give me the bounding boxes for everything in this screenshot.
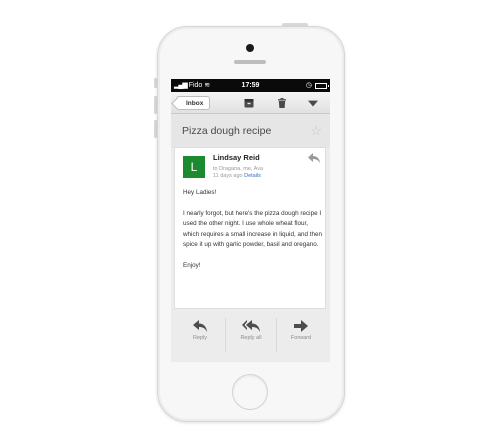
battery-icon	[315, 82, 329, 89]
alarm-icon: ◷	[305, 82, 312, 89]
archive-icon[interactable]	[244, 98, 254, 108]
sender-name: Lindsay Reid	[213, 153, 260, 162]
body-paragraph: Enjoy!	[183, 261, 201, 269]
email-view: Pizza dough recipe ☆ L Lindsay Reid to D…	[171, 114, 330, 362]
forward-button[interactable]: Forward	[276, 314, 326, 354]
reply-all-button[interactable]: Reply all	[226, 314, 276, 354]
status-right: ◷	[305, 79, 329, 92]
message-body: Hey Ladies! I nearly forgot, but here's …	[183, 188, 323, 282]
message-card: L Lindsay Reid to Dragana, me, Ava 11 da…	[174, 147, 326, 309]
dropdown-triangle-icon[interactable]	[308, 99, 318, 109]
reply-button[interactable]: Reply	[175, 314, 225, 354]
forward-arrow-icon	[294, 320, 308, 332]
home-button[interactable]	[232, 374, 268, 410]
sender-avatar: L	[183, 156, 205, 178]
details-link[interactable]: Details	[244, 173, 261, 179]
earpiece-speaker	[234, 60, 266, 64]
reply-all-label: Reply all	[240, 335, 262, 341]
forward-label: Forward	[290, 335, 312, 341]
reply-all-icon	[242, 320, 260, 332]
inbox-back-button[interactable]: Inbox	[176, 96, 211, 110]
body-paragraph: Hey Ladies!	[183, 189, 217, 196]
action-bar: Reply Reply all Forward	[174, 310, 326, 362]
email-subject: Pizza dough recipe	[182, 125, 272, 137]
body-paragraph: I nearly forgot, but here's the pizza do…	[183, 209, 322, 249]
message-age: 11 days ago	[213, 173, 243, 179]
recipients: to Dragana, me, Ava	[213, 166, 264, 172]
email-toolbar: Inbox	[171, 92, 330, 114]
front-camera	[246, 44, 254, 52]
reply-icon[interactable]	[308, 153, 320, 163]
message-meta: 11 days ago Details	[213, 173, 261, 179]
status-bar: ▂▄▆ Fido ≋ 17:59 ◷	[171, 79, 330, 92]
subject-bar: Pizza dough recipe ☆	[171, 114, 330, 148]
phone-screen: ▂▄▆ Fido ≋ 17:59 ◷ Inbox Pizza dough rec…	[171, 79, 330, 362]
star-icon[interactable]: ☆	[310, 123, 322, 139]
reply-label: Reply	[192, 335, 208, 341]
trash-icon[interactable]	[277, 98, 287, 108]
reply-icon	[193, 320, 207, 332]
